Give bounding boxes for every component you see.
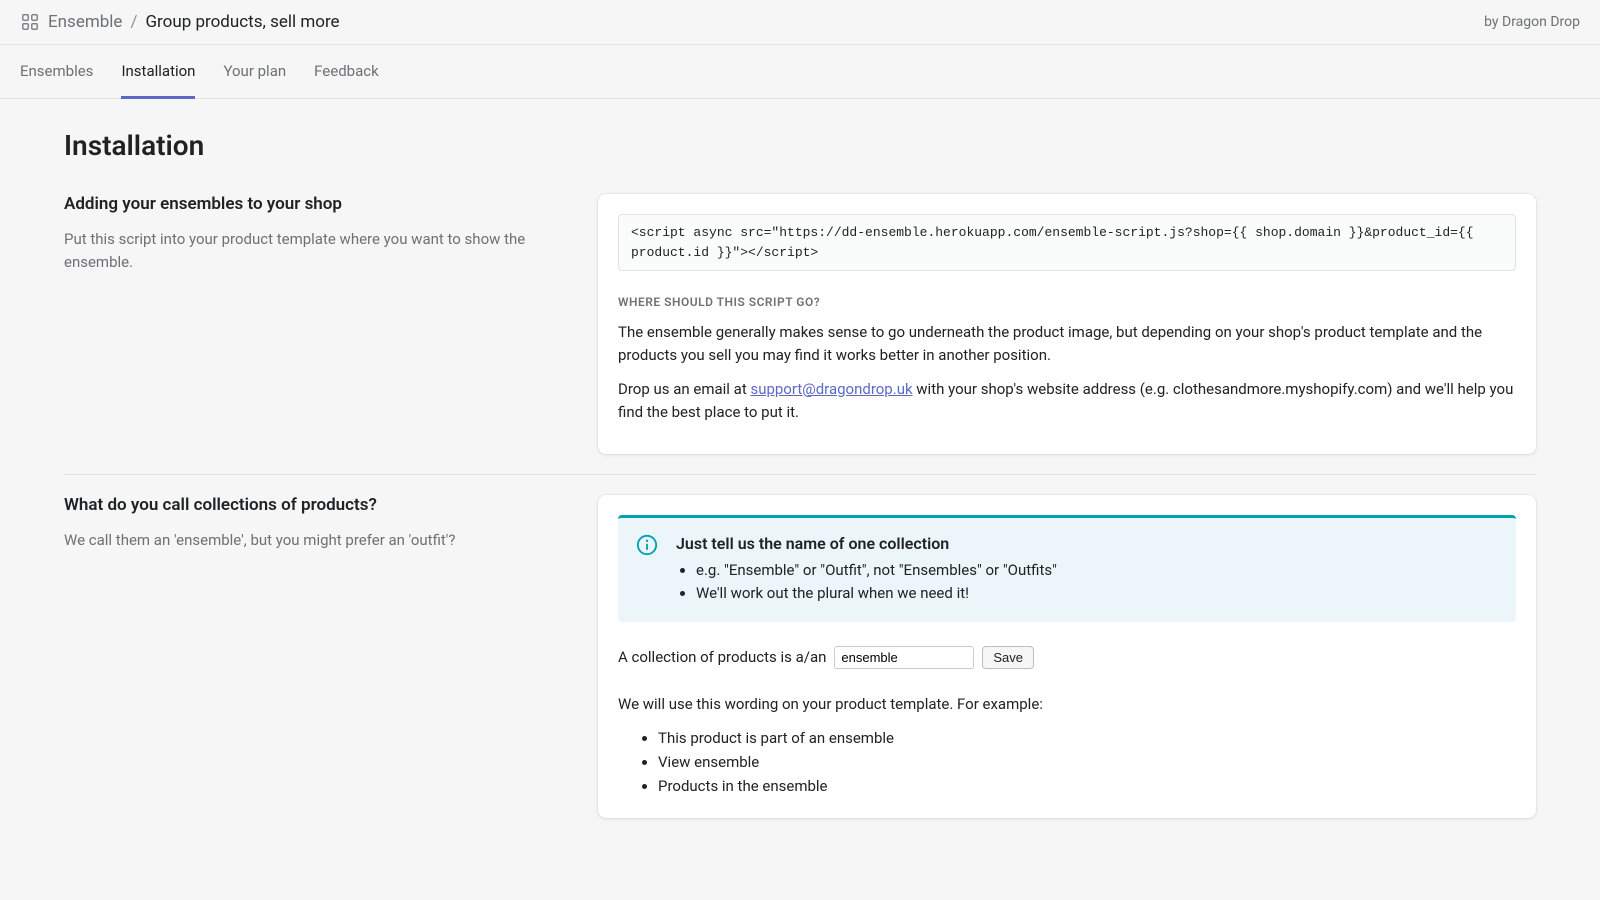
breadcrumb: Ensemble / Group products, sell more	[20, 12, 340, 32]
example-item: This product is part of an ensemble	[658, 726, 1516, 750]
section1-card: <script async src="https://dd-ensemble.h…	[598, 194, 1536, 454]
tab-your-plan[interactable]: Your plan	[223, 46, 286, 99]
example-item: Products in the ensemble	[658, 774, 1516, 798]
banner-item: We'll work out the plural when we need i…	[696, 582, 1057, 605]
section2-heading: What do you call collections of products…	[64, 495, 554, 515]
info-banner: Just tell us the name of one collection …	[618, 515, 1516, 622]
script-code-block[interactable]: <script async src="https://dd-ensemble.h…	[618, 214, 1516, 271]
app-icon	[20, 12, 40, 32]
section2-desc: We call them an 'ensemble', but you migh…	[64, 529, 554, 552]
breadcrumb-app-link[interactable]: Ensemble	[48, 12, 122, 32]
example-item: View ensemble	[658, 750, 1516, 774]
byline: by Dragon Drop	[1484, 14, 1580, 30]
page-title: Installation	[64, 129, 1536, 162]
breadcrumb-current: Group products, sell more	[145, 12, 339, 32]
banner-item: e.g. "Ensemble" or "Outfit", not "Ensemb…	[696, 559, 1057, 582]
tab-ensembles[interactable]: Ensembles	[20, 46, 93, 99]
section1-p1: The ensemble generally makes sense to go…	[618, 321, 1516, 368]
section1-p2: Drop us an email at support@dragondrop.u…	[618, 378, 1516, 425]
section1-desc: Put this script into your product templa…	[64, 228, 554, 273]
support-email-link[interactable]: support@dragondrop.uk	[750, 380, 912, 398]
banner-title: Just tell us the name of one collection	[676, 534, 1057, 553]
save-button[interactable]: Save	[982, 646, 1034, 669]
collection-input-label: A collection of products is a/an	[618, 648, 826, 666]
info-icon	[636, 534, 660, 606]
breadcrumb-separator: /	[130, 12, 137, 32]
section1-sub-heading: WHERE SHOULD THIS SCRIPT GO?	[618, 295, 1516, 309]
tabs: Ensembles Installation Your plan Feedbac…	[0, 45, 1600, 99]
section1-heading: Adding your ensembles to your shop	[64, 194, 554, 214]
tab-installation[interactable]: Installation	[121, 46, 195, 99]
example-intro: We will use this wording on your product…	[618, 693, 1516, 716]
collection-name-input[interactable]	[834, 646, 974, 669]
section2-card: Just tell us the name of one collection …	[598, 495, 1536, 818]
tab-feedback[interactable]: Feedback	[314, 46, 379, 99]
